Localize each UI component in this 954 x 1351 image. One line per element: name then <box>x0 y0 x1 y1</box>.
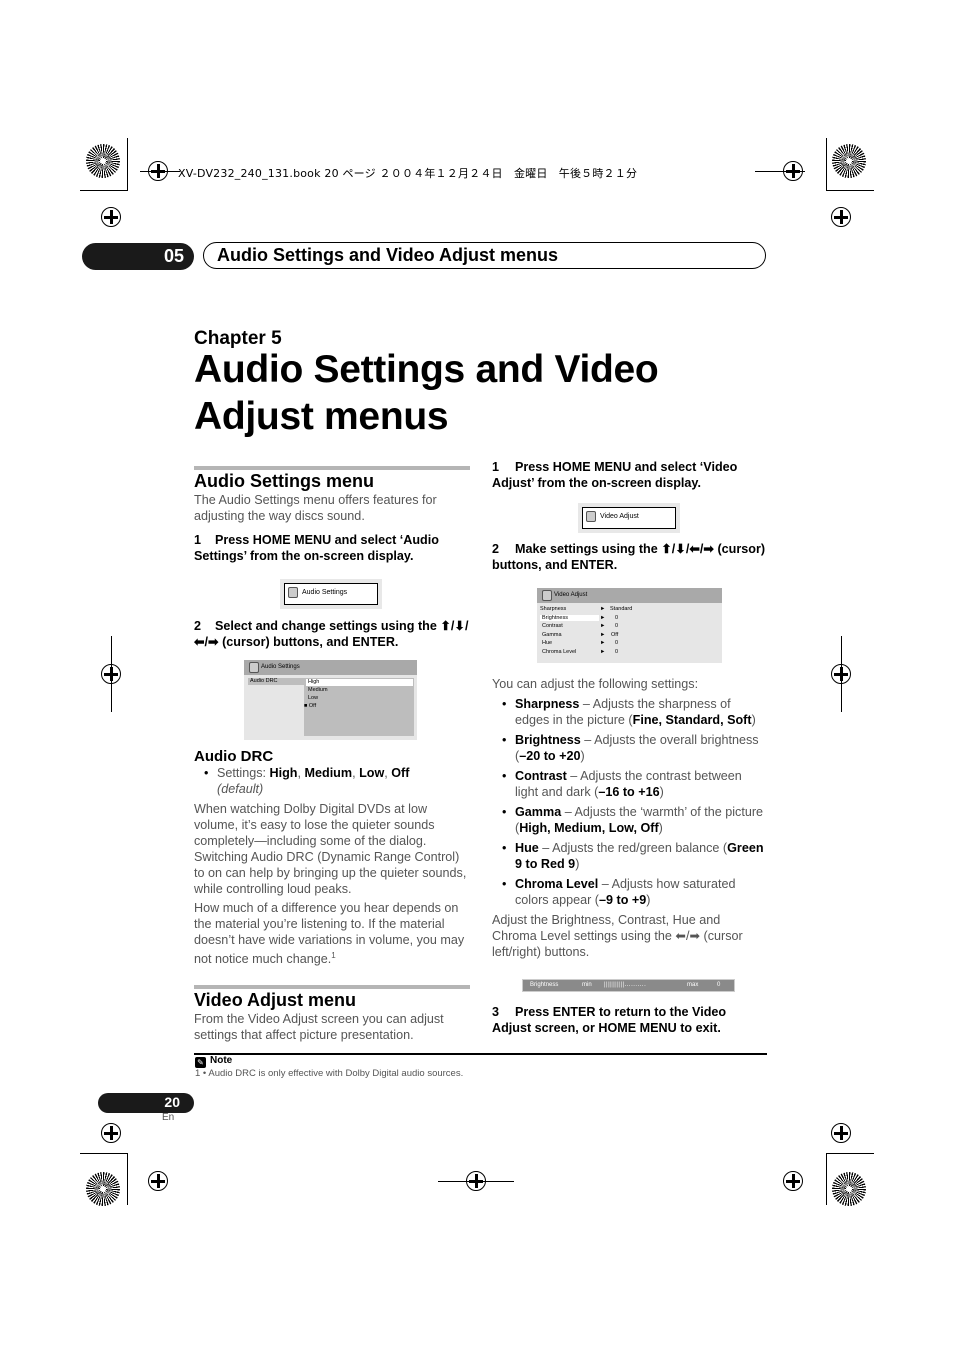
print-metadata-line: XV-DV232_240_131.book 20 ページ ２００４年１２月２４日… <box>178 167 638 180</box>
video-settings-bullets: Sharpness – Adjusts the sharpness of edg… <box>492 696 768 908</box>
osd-option-medium: Medium <box>308 687 328 693</box>
video-settings-list: You can adjust the following settings: S… <box>492 676 768 960</box>
arrow-right-icon: ► <box>600 649 606 655</box>
section-divider <box>194 466 470 470</box>
setting-item-chroma-level: Chroma Level – Adjusts how saturated col… <box>492 876 768 908</box>
crosshair-icon <box>101 207 121 227</box>
monitor-icon <box>586 511 596 522</box>
audio-settings-osd-button: Audio Settings <box>280 579 382 609</box>
arrow-right-icon: ► <box>600 606 606 612</box>
audio-drc-paragraph-1: When watching Dolby Digital DVDs at low … <box>194 802 467 896</box>
video-step-3: 3 Press ENTER to return to the Video Adju… <box>492 1005 727 1035</box>
osd-row-chroma-level: Chroma Level <box>542 649 577 655</box>
audio-drc-block: Audio DRC • Settings: High, Medium, Low,… <box>194 748 470 967</box>
setting-item-contrast: Contrast – Adjusts the contrast between … <box>492 768 768 800</box>
video-step-1: 1 Press HOME MENU and select ‘Video Adjus… <box>492 460 738 490</box>
note-text: 1 • Audio DRC is only effective with Dol… <box>195 1068 464 1079</box>
osd-option-low: Low <box>308 695 319 701</box>
page-number-tab: 20 <box>98 1093 194 1113</box>
audio-step-1: 1 Press HOME MENU and select ‘Audio Setti… <box>194 533 439 563</box>
arrow-right-icon: ► <box>600 632 606 638</box>
setting-item-brightness: Brightness – Adjusts the overall brightn… <box>492 732 768 764</box>
chapter-number: 05 <box>163 246 184 266</box>
video-section-intro: Video Adjust menu From the Video Adjust … <box>194 985 470 1043</box>
adjust-note: Adjust the Brightness, Contrast, Hue and… <box>492 913 743 959</box>
setting-item-hue: Hue – Adjusts the red/green balance (Gre… <box>492 840 768 872</box>
arrow-right-icon: ► <box>600 615 606 621</box>
video-adjust-osd-button: Video Adjust <box>578 503 680 533</box>
crosshair-icon <box>148 1171 168 1191</box>
footnote-divider <box>194 1053 767 1055</box>
osd-row-hue: Hue <box>542 640 553 646</box>
audio-drc-title: Audio DRC <box>194 748 274 765</box>
note-title: Note <box>210 1055 233 1066</box>
slider-min-label: min <box>582 982 592 988</box>
running-header: Audio Settings and Video Adjust menus <box>203 242 766 269</box>
osd-value-chroma-level: 0 <box>615 649 619 655</box>
osd-row-contrast: Contrast <box>542 623 563 629</box>
video-step-2: 2 Make settings using the ⬆/⬇/⬅/➡ (cursor… <box>492 542 766 572</box>
slider-label: Brightness <box>530 982 559 988</box>
speaker-icon <box>288 587 298 598</box>
crosshair-icon <box>101 1123 121 1143</box>
osd-value-brightness: 0 <box>615 615 619 621</box>
video-intro: From the Video Adjust screen you can adj… <box>194 1012 444 1042</box>
arrow-right-icon: ► <box>600 640 606 646</box>
video-adjust-osd-panel: Video Adjust Sharpness Brightness Contra… <box>537 588 722 663</box>
monitor-icon <box>542 590 552 601</box>
note-pencil-icon: ✎ <box>195 1057 206 1068</box>
crosshair-icon <box>783 1171 803 1191</box>
osd-value-gamma: Off <box>611 632 619 638</box>
audio-intro: The Audio Settings menu offers features … <box>194 493 437 523</box>
crosshair-icon <box>831 207 851 227</box>
osd-value-contrast: 0 <box>615 623 619 629</box>
page-number: 20 <box>164 1094 180 1110</box>
slider-value: 0 <box>717 982 721 988</box>
registration-sunburst-icon <box>832 1172 866 1206</box>
osd-option-high: High <box>306 679 413 686</box>
audio-drc-settings: • Settings: High, Medium, Low, Off (defa… <box>204 766 410 796</box>
osd-value-sharpness: Standard <box>610 606 633 612</box>
osd-row-gamma: Gamma <box>542 632 562 638</box>
speaker-icon <box>249 662 259 673</box>
registration-sunburst-icon <box>832 144 866 178</box>
registration-sunburst-icon <box>86 144 120 178</box>
registration-sunburst-icon <box>86 1172 120 1206</box>
brightness-slider-osd: Brightness min ||||||||||.......... max … <box>522 979 735 992</box>
arrow-right-icon: ► <box>600 623 606 629</box>
section-divider <box>194 985 470 989</box>
osd-row-sharpness: Sharpness <box>540 606 567 612</box>
chapter-number-tab: 05 <box>82 243 194 270</box>
running-header-title: Audio Settings and Video Adjust menus <box>217 245 559 265</box>
slider-max-label: max <box>687 982 699 988</box>
setting-item-gamma: Gamma – Adjusts the ‘warmth’ of the pict… <box>492 804 768 836</box>
osd-item-audio-drc: Audio DRC <box>248 678 305 685</box>
section-title-audio-settings: Audio Settings menu <box>194 471 374 491</box>
slider-ticks: ||||||||||.......... <box>604 982 647 988</box>
osd-option-off: ■ Off <box>304 703 317 709</box>
osd-row-brightness: Brightness <box>540 615 599 621</box>
audio-step-2: 2 Select and change settings using the ⬆/… <box>194 619 469 649</box>
footnote-reference[interactable]: 1 <box>331 951 335 960</box>
left-column: Audio Settings menu The Audio Settings m… <box>194 466 470 564</box>
crosshair-icon <box>831 1123 851 1143</box>
page-language: En <box>162 1112 175 1123</box>
setting-item-sharpness: Sharpness – Adjusts the sharpness of edg… <box>492 696 768 728</box>
section-title-video-adjust: Video Adjust menu <box>194 990 357 1010</box>
page-title: Audio Settings and Video Adjust menus <box>194 348 659 438</box>
osd-value-hue: 0 <box>615 640 619 646</box>
video-list-intro: You can adjust the following settings: <box>492 677 699 691</box>
audio-settings-osd-panel: Audio Settings Audio DRC High Medium Low… <box>244 660 417 740</box>
audio-drc-paragraph-2: How much of a difference you hear depend… <box>194 901 465 967</box>
